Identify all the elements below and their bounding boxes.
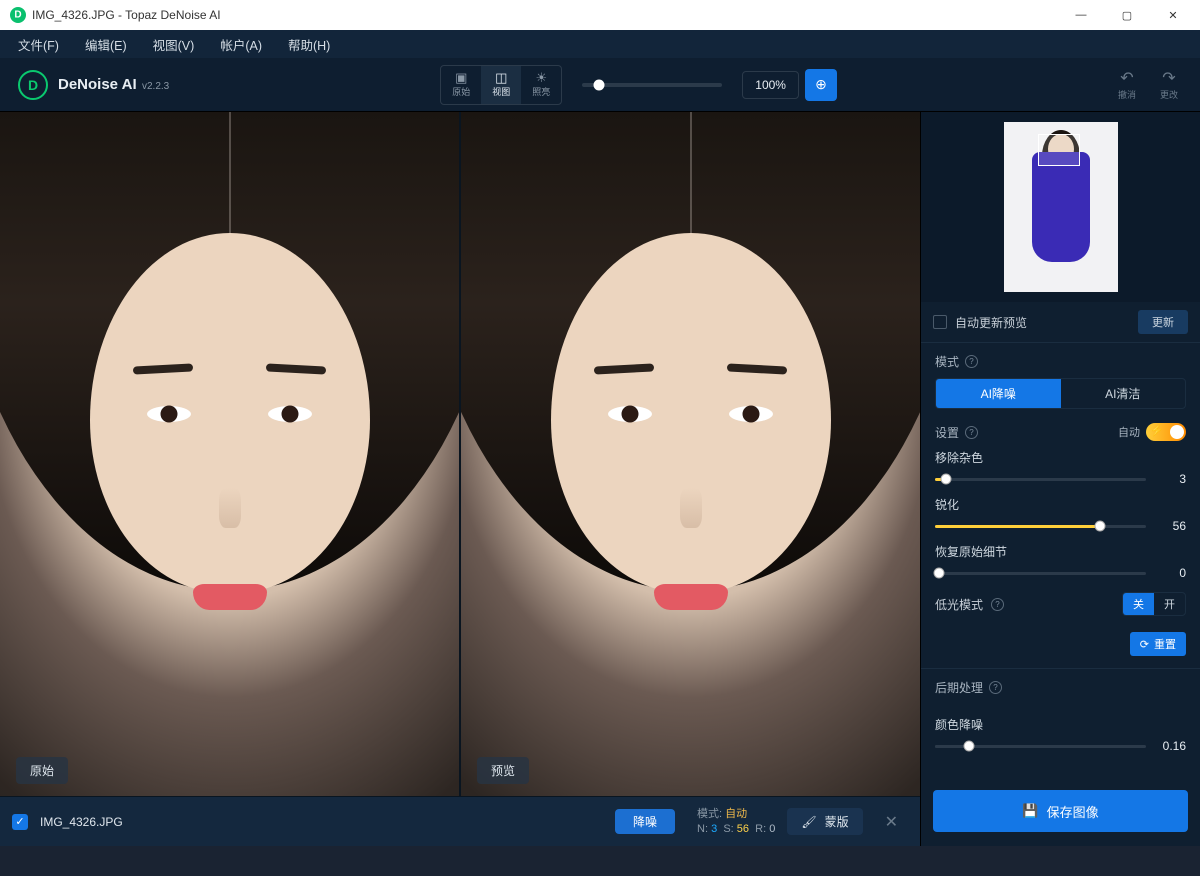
maximize-button[interactable]: ▢ bbox=[1104, 0, 1150, 30]
redo-button[interactable]: ↷更改 bbox=[1152, 68, 1186, 101]
mode-info: 模式: 自动 N: 3 S: 56 R: 0 bbox=[697, 807, 775, 836]
main: 原始 预览 ✓ IMG_4326.JPG 降噪 模式: 自动 N: 3 S: 5… bbox=[0, 112, 1200, 846]
auto-toggle[interactable]: ⚡ bbox=[1146, 423, 1186, 441]
mode-section-label: 模式 bbox=[935, 353, 959, 370]
menubar: 文件(F) 编辑(E) 视图(V) 帐户(A) 帮助(H) bbox=[0, 30, 1200, 58]
tab-ai-denoise[interactable]: AI降噪 bbox=[936, 379, 1061, 408]
color-denoise-slider[interactable] bbox=[935, 745, 1146, 748]
preview-pane[interactable]: 预览 bbox=[461, 112, 920, 796]
filename: IMG_4326.JPG bbox=[40, 815, 123, 829]
auto-label: 自动 bbox=[1118, 424, 1140, 440]
reset-button[interactable]: ⟳重置 bbox=[1130, 632, 1186, 656]
navigator-viewport[interactable] bbox=[1038, 134, 1080, 166]
window-controls: ― ▢ ✕ bbox=[1058, 0, 1196, 30]
view-light-button[interactable]: ☀照亮 bbox=[521, 66, 561, 104]
viewer: 原始 预览 ✓ IMG_4326.JPG 降噪 模式: 自动 N: 3 S: 5… bbox=[0, 112, 920, 846]
app-logo-icon: D bbox=[18, 70, 48, 100]
auto-preview-checkbox[interactable] bbox=[933, 315, 947, 329]
color-denoise-label: 颜色降噪 bbox=[935, 716, 1186, 733]
view-split-button[interactable]: ◫视图 bbox=[481, 66, 521, 104]
original-pane[interactable]: 原始 bbox=[0, 112, 459, 796]
sharpen-label: 锐化 bbox=[935, 496, 1186, 513]
titlebar: IMG_4326.JPG - Topaz DeNoise AI ― ▢ ✕ bbox=[0, 0, 1200, 30]
menu-view[interactable]: 视图(V) bbox=[141, 32, 207, 57]
minimize-button[interactable]: ― bbox=[1058, 0, 1104, 30]
remove-noise-slider[interactable] bbox=[935, 478, 1146, 481]
close-button[interactable]: ✕ bbox=[1150, 0, 1196, 30]
low-light-off[interactable]: 关 bbox=[1123, 593, 1154, 615]
color-denoise-value: 0.16 bbox=[1156, 739, 1186, 753]
navigator-panel bbox=[921, 112, 1200, 302]
window-title: IMG_4326.JPG - Topaz DeNoise AI bbox=[32, 8, 221, 22]
compare-view[interactable]: 原始 预览 bbox=[0, 112, 920, 796]
menu-help[interactable]: 帮助(H) bbox=[276, 32, 342, 57]
bottom-bar: ✓ IMG_4326.JPG 降噪 模式: 自动 N: 3 S: 56 R: 0… bbox=[0, 796, 920, 846]
settings-label: 设置 bbox=[935, 424, 959, 441]
save-image-button[interactable]: 💾保存图像 bbox=[933, 790, 1188, 832]
recover-detail-label: 恢复原始细节 bbox=[935, 543, 1186, 560]
menu-edit[interactable]: 编辑(E) bbox=[73, 32, 139, 57]
sharpen-slider[interactable] bbox=[935, 525, 1146, 528]
help-icon[interactable]: ? bbox=[991, 598, 1004, 611]
app-icon bbox=[10, 7, 26, 23]
view-mode-group: ▣原始 ◫视图 ☀照亮 bbox=[440, 65, 562, 105]
remove-noise-value: 3 bbox=[1156, 472, 1186, 486]
auto-preview-label: 自动更新预览 bbox=[955, 314, 1027, 331]
help-icon[interactable]: ? bbox=[965, 426, 978, 439]
toolbar: D DeNoise AI v2.2.3 ▣原始 ◫视图 ☀照亮 100% ⊕ ↶… bbox=[0, 58, 1200, 112]
mask-button[interactable]: 🖌蒙版 bbox=[787, 808, 862, 835]
low-light-on[interactable]: 开 bbox=[1154, 593, 1185, 615]
view-single-button[interactable]: ▣原始 bbox=[441, 66, 481, 104]
undo-button[interactable]: ↶撤消 bbox=[1110, 68, 1144, 101]
dismiss-button[interactable]: ✕ bbox=[875, 812, 908, 832]
app-version: v2.2.3 bbox=[142, 81, 169, 92]
sharpen-value: 56 bbox=[1156, 519, 1186, 533]
menu-account[interactable]: 帐户(A) bbox=[208, 32, 274, 57]
mode-tabs: AI降噪 AI清洁 bbox=[935, 378, 1186, 409]
recover-detail-value: 0 bbox=[1156, 566, 1186, 580]
low-light-label: 低光模式 bbox=[935, 596, 983, 613]
menu-file[interactable]: 文件(F) bbox=[6, 32, 71, 57]
update-button[interactable]: 更新 bbox=[1138, 310, 1188, 334]
navigator-thumb[interactable] bbox=[1004, 122, 1118, 292]
original-label: 原始 bbox=[16, 757, 68, 784]
denoise-pill[interactable]: 降噪 bbox=[615, 809, 675, 834]
help-icon[interactable]: ? bbox=[989, 681, 1002, 694]
brush-icon: 🖌 bbox=[801, 815, 816, 829]
brightness-slider[interactable] bbox=[582, 83, 722, 87]
zoom-magnifier-button[interactable]: ⊕ bbox=[805, 69, 837, 101]
refresh-icon: ⟳ bbox=[1140, 638, 1149, 651]
post-process-label: 后期处理 bbox=[935, 679, 983, 696]
tab-ai-clear[interactable]: AI清洁 bbox=[1061, 379, 1186, 408]
file-checkbox[interactable]: ✓ bbox=[12, 814, 28, 830]
app-name: DeNoise AI bbox=[58, 76, 137, 93]
save-icon: 💾 bbox=[1022, 803, 1038, 819]
help-icon[interactable]: ? bbox=[965, 355, 978, 368]
preview-label: 预览 bbox=[477, 757, 529, 784]
zoom-value[interactable]: 100% bbox=[742, 71, 799, 99]
brand: D DeNoise AI v2.2.3 bbox=[0, 70, 187, 100]
recover-detail-slider[interactable] bbox=[935, 572, 1146, 575]
sidebar: 自动更新预览 更新 模式? AI降噪 AI清洁 设置? 自动 ⚡ 移除杂色 3 … bbox=[920, 112, 1200, 846]
remove-noise-label: 移除杂色 bbox=[935, 449, 1186, 466]
